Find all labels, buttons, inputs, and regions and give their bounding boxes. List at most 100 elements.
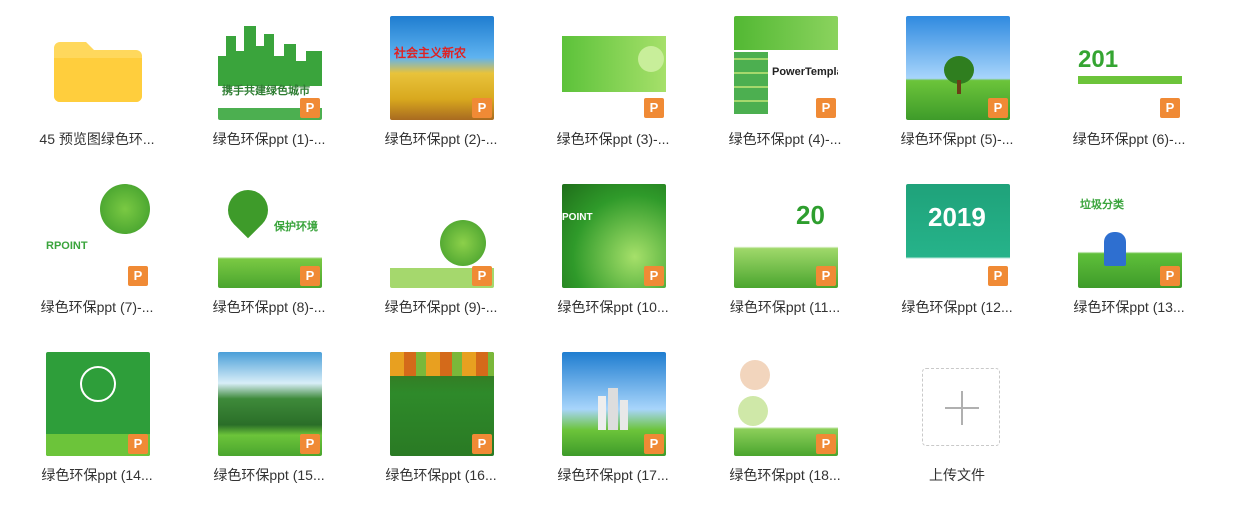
- fruit-strip: [390, 352, 494, 376]
- file-tile-ppt[interactable]: P 绿色环保ppt (18...: [710, 340, 860, 490]
- ppt-thumbnail: P: [906, 16, 1010, 120]
- ppt-thumbnail: P: [734, 352, 838, 456]
- ppt-badge-icon: P: [644, 266, 664, 286]
- ppt-thumbnail: P: [562, 16, 666, 120]
- file-tile-ppt[interactable]: 社会主义新农 P 绿色环保ppt (2)-...: [366, 4, 516, 154]
- ppt-thumbnail: P: [562, 352, 666, 456]
- ppt-badge-icon: P: [1160, 98, 1180, 118]
- ppt-badge-icon: P: [644, 434, 664, 454]
- ppt-badge-icon: P: [816, 434, 836, 454]
- ppt-thumbnail: 垃圾分类 P: [1078, 184, 1182, 288]
- thumbnail-title: 垃圾分类: [1080, 199, 1124, 211]
- file-tile-ppt[interactable]: 保护环境 P 绿色环保ppt (8)-...: [194, 172, 344, 322]
- thumbnail-title: 201: [1078, 46, 1119, 73]
- ppt-thumbnail: 20 P: [734, 184, 838, 288]
- ppt-badge-icon: P: [644, 98, 664, 118]
- ppt-badge-icon: P: [472, 266, 492, 286]
- file-tile-ppt[interactable]: 2019 P 绿色环保ppt (12...: [882, 172, 1032, 322]
- ppt-thumbnail: 携手共建绿色城市 P: [218, 16, 322, 120]
- ppt-badge-icon: P: [128, 434, 148, 454]
- upload-file-tile[interactable]: 上传文件: [882, 340, 1032, 490]
- ppt-thumbnail: PowerTempla P: [734, 16, 838, 120]
- green-stripe: [1078, 76, 1182, 84]
- plus-icon: [945, 391, 979, 425]
- building-shape: [608, 388, 618, 430]
- thumbnail-title: 携手共建绿色城市: [222, 85, 310, 97]
- tile-grid: [734, 52, 768, 114]
- thumbnail-title: RPOINT: [46, 240, 88, 252]
- file-label: 绿色环保ppt (11...: [729, 299, 841, 315]
- leaves-shape: [100, 184, 150, 234]
- file-tile-ppt[interactable]: P 绿色环保ppt (17...: [538, 340, 688, 490]
- ppt-thumbnail: 2019 P: [906, 184, 1010, 288]
- ppt-thumbnail: 201 P: [1078, 16, 1182, 120]
- ppt-thumbnail: P: [390, 352, 494, 456]
- file-label: 绿色环保ppt (18...: [729, 467, 841, 483]
- thumbnail-title: 20: [796, 200, 825, 230]
- ppt-thumbnail: RPOINT P: [46, 184, 150, 288]
- file-label: 绿色环保ppt (4)-...: [728, 131, 842, 147]
- file-tile-ppt[interactable]: 携手共建绿色城市 P 绿色环保ppt (1)-...: [194, 4, 344, 154]
- child-photo: [740, 360, 770, 390]
- file-tile-ppt[interactable]: P 绿色环保ppt (9)-...: [366, 172, 516, 322]
- ppt-thumbnail: 社会主义新农 P: [390, 16, 494, 120]
- file-label: 绿色环保ppt (9)-...: [384, 299, 498, 315]
- upload-label: 上传文件: [929, 467, 985, 483]
- file-grid: 45 预览图绿色环... 携手共建绿色城市 P 绿色环保ppt (1)-... …: [0, 0, 1248, 530]
- file-label: 绿色环保ppt (8)-...: [212, 299, 326, 315]
- thumbnail-title: 社会主义新农: [394, 46, 467, 60]
- file-tile-ppt[interactable]: P 绿色环保ppt (15...: [194, 340, 344, 490]
- file-label: 绿色环保ppt (15...: [213, 467, 325, 483]
- file-tile-ppt[interactable]: P 绿色环保ppt (3)-...: [538, 4, 688, 154]
- globe-shape: [440, 220, 486, 266]
- file-label: 绿色环保ppt (2)-...: [384, 131, 498, 147]
- ppt-badge-icon: P: [988, 266, 1008, 286]
- ppt-badge-icon: P: [816, 266, 836, 286]
- leaf-circle: [738, 396, 768, 426]
- building-shape: [620, 400, 628, 430]
- ppt-badge-icon: P: [816, 98, 836, 118]
- ppt-badge-icon: P: [1160, 266, 1180, 286]
- file-tile-ppt[interactable]: PowerTempla P 绿色环保ppt (4)-...: [710, 4, 860, 154]
- tree-trunk: [957, 80, 961, 94]
- file-tile-ppt[interactable]: RPOINT P 绿色环保ppt (7)-...: [22, 172, 172, 322]
- file-label: 绿色环保ppt (7)-...: [40, 299, 154, 315]
- file-tile-ppt[interactable]: P 绿色环保ppt (14...: [22, 340, 172, 490]
- file-label: 45 预览图绿色环...: [39, 131, 155, 147]
- ppt-badge-icon: P: [300, 266, 320, 286]
- file-tile-folder[interactable]: 45 预览图绿色环...: [22, 4, 172, 154]
- people-icon: [80, 366, 116, 402]
- thumbnail-title: 保护环境: [274, 221, 318, 233]
- ppt-thumbnail: 保护环境 P: [218, 184, 322, 288]
- upload-dropzone[interactable]: [922, 368, 1000, 446]
- file-tile-ppt[interactable]: 201 P 绿色环保ppt (6)-...: [1054, 4, 1204, 154]
- file-tile-ppt[interactable]: 20 P 绿色环保ppt (11...: [710, 172, 860, 322]
- file-label: 绿色环保ppt (3)-...: [556, 131, 670, 147]
- green-header: [734, 16, 838, 50]
- file-label: 绿色环保ppt (10...: [557, 299, 669, 315]
- heart-tree-shape: [219, 184, 277, 239]
- thumbnail-title: 2019: [928, 202, 986, 232]
- ppt-badge-icon: P: [300, 434, 320, 454]
- folder-icon: [54, 42, 142, 102]
- building-shape: [598, 396, 606, 430]
- file-label: 绿色环保ppt (5)-...: [900, 131, 1014, 147]
- ppt-badge-icon: P: [472, 434, 492, 454]
- file-label: 绿色环保ppt (1)-...: [212, 131, 326, 147]
- thumbnail-title: PowerTempla: [772, 66, 838, 78]
- file-label: 绿色环保ppt (14...: [41, 467, 153, 483]
- ppt-badge-icon: P: [988, 98, 1008, 118]
- file-label: 绿色环保ppt (13...: [1073, 299, 1185, 315]
- ppt-thumbnail: P: [46, 352, 150, 456]
- file-tile-ppt[interactable]: 垃圾分类 P 绿色环保ppt (13...: [1054, 172, 1204, 322]
- ppt-thumbnail: POINT P: [562, 184, 666, 288]
- file-tile-ppt[interactable]: P 绿色环保ppt (16...: [366, 340, 516, 490]
- thumbnail-title: POINT: [562, 212, 593, 223]
- file-tile-ppt[interactable]: P 绿色环保ppt (5)-...: [882, 4, 1032, 154]
- ppt-thumbnail: P: [390, 184, 494, 288]
- ppt-badge-icon: P: [128, 266, 148, 286]
- ppt-badge-icon: P: [472, 98, 492, 118]
- ppt-badge-icon: P: [300, 98, 320, 118]
- file-tile-ppt[interactable]: POINT P 绿色环保ppt (10...: [538, 172, 688, 322]
- file-label: 绿色环保ppt (17...: [557, 467, 669, 483]
